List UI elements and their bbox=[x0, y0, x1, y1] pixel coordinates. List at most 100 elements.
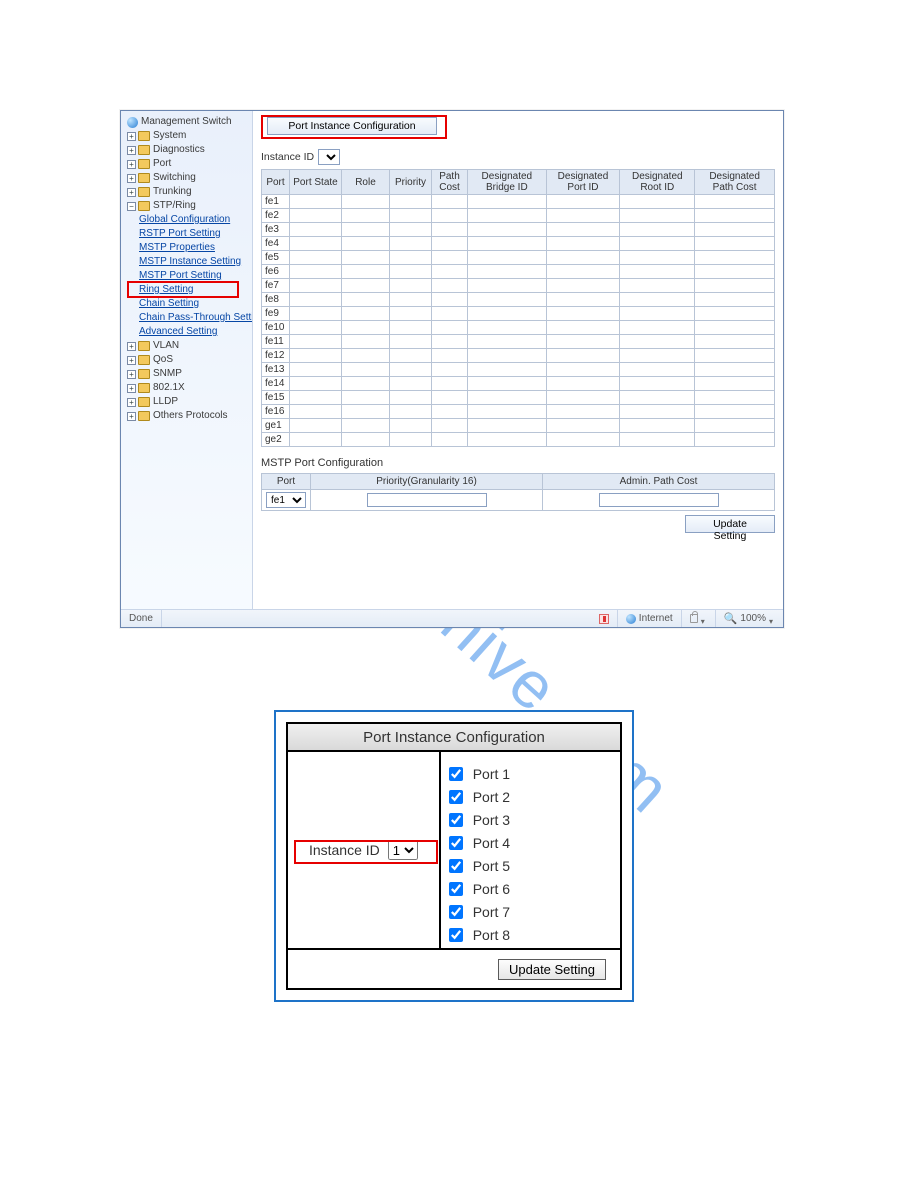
tree-folder-trunking[interactable]: +Trunking bbox=[123, 185, 250, 199]
tree-link-mstp-instance[interactable]: MSTP Instance Setting bbox=[123, 255, 250, 269]
cell-empty bbox=[290, 405, 342, 419]
table-header-row: Port Port State Role Priority Path Cost … bbox=[262, 170, 775, 195]
conf-pathcost-input[interactable] bbox=[599, 493, 719, 507]
cell-empty bbox=[546, 391, 620, 405]
tree-label: Trunking bbox=[153, 185, 192, 199]
tree-link-ring[interactable]: Ring Setting bbox=[123, 283, 250, 297]
tree-link[interactable]: MSTP Properties bbox=[139, 241, 215, 255]
cell-empty bbox=[390, 321, 432, 335]
cell-empty bbox=[390, 209, 432, 223]
port-checkbox[interactable] bbox=[449, 813, 463, 827]
tree-label: Others Protocols bbox=[153, 409, 227, 423]
tree-link[interactable]: Chain Pass-Through Setting bbox=[139, 311, 253, 325]
tree-link-mstp-props[interactable]: MSTP Properties bbox=[123, 241, 250, 255]
tree-folder-8021x[interactable]: +802.1X bbox=[123, 381, 250, 395]
dialog-inner: Port Instance Configuration Instance ID … bbox=[286, 722, 622, 990]
col-port-state: Port State bbox=[290, 170, 342, 195]
tree-folder-port[interactable]: +Port bbox=[123, 157, 250, 171]
tree-folder-vlan[interactable]: +VLAN bbox=[123, 339, 250, 353]
expand-icon: + bbox=[127, 146, 136, 155]
cell-empty bbox=[432, 209, 468, 223]
expand-icon: + bbox=[127, 160, 136, 169]
status-zoom[interactable]: 🔍100% bbox=[716, 610, 783, 627]
tree-link-rstp-port[interactable]: RSTP Port Setting bbox=[123, 227, 250, 241]
port-checkbox[interactable] bbox=[449, 767, 463, 781]
cell-empty bbox=[546, 335, 620, 349]
tree-link[interactable]: Chain Setting bbox=[139, 297, 199, 311]
cell-empty bbox=[390, 293, 432, 307]
cell-empty bbox=[620, 265, 695, 279]
cell-port: fe9 bbox=[262, 307, 290, 321]
tree-folder-switching[interactable]: +Switching bbox=[123, 171, 250, 185]
port-instance-config-button[interactable]: Port Instance Configuration bbox=[267, 117, 437, 135]
tree-folder-stp[interactable]: −STP/Ring bbox=[123, 199, 250, 213]
port-checkbox[interactable] bbox=[449, 790, 463, 804]
tree-folder-system[interactable]: +System bbox=[123, 129, 250, 143]
tree-link[interactable]: Global Configuration bbox=[139, 213, 230, 227]
tree-root-item[interactable]: Management Switch bbox=[123, 115, 250, 129]
status-protected bbox=[682, 610, 716, 627]
col-root-id: Designated Root ID bbox=[620, 170, 695, 195]
mstp-port-config-heading: MSTP Port Configuration bbox=[261, 457, 775, 469]
tree-link-chain-pass[interactable]: Chain Pass-Through Setting bbox=[123, 311, 250, 325]
col-port: Port bbox=[262, 170, 290, 195]
update-setting-button[interactable]: Update Setting bbox=[685, 515, 775, 533]
folder-icon bbox=[138, 201, 150, 211]
cell-empty bbox=[342, 279, 390, 293]
cell-empty bbox=[620, 307, 695, 321]
tree-link-chain[interactable]: Chain Setting bbox=[123, 297, 250, 311]
cell-port: fe2 bbox=[262, 209, 290, 223]
cell-empty bbox=[432, 293, 468, 307]
tree-folder-qos[interactable]: +QoS bbox=[123, 353, 250, 367]
cell-empty bbox=[342, 349, 390, 363]
cell-empty bbox=[620, 223, 695, 237]
tree-link-global-config[interactable]: Global Configuration bbox=[123, 213, 250, 227]
cell-empty bbox=[468, 265, 547, 279]
port-label: Port 5 bbox=[473, 858, 510, 874]
conf-priority-input[interactable] bbox=[367, 493, 487, 507]
table-row: fe13 bbox=[262, 363, 775, 377]
expand-icon: + bbox=[127, 342, 136, 351]
port-checkbox-row: Port 7 bbox=[449, 900, 612, 923]
cell-empty bbox=[290, 279, 342, 293]
tree-link[interactable]: Ring Setting bbox=[139, 283, 193, 297]
cell-empty bbox=[432, 363, 468, 377]
dialog-body: Instance ID 1 Port 1Port 2Port 3Port 4Po… bbox=[288, 752, 620, 948]
tree-link[interactable]: MSTP Instance Setting bbox=[139, 255, 241, 269]
col-d-path-cost: Designated Path Cost bbox=[695, 170, 775, 195]
conf-port-select[interactable]: fe1 bbox=[266, 492, 306, 508]
tree-folder-lldp[interactable]: +LLDP bbox=[123, 395, 250, 409]
cell-empty bbox=[390, 349, 432, 363]
tree-link-advanced[interactable]: Advanced Setting bbox=[123, 325, 250, 339]
expand-icon: + bbox=[127, 370, 136, 379]
tree-folder-snmp[interactable]: +SNMP bbox=[123, 367, 250, 381]
cell-empty bbox=[432, 279, 468, 293]
folder-icon bbox=[138, 369, 150, 379]
update-setting-button[interactable]: Update Setting bbox=[498, 959, 606, 980]
col-role: Role bbox=[342, 170, 390, 195]
tree-link[interactable]: Advanced Setting bbox=[139, 325, 217, 339]
cell-port: fe8 bbox=[262, 293, 290, 307]
tree-link[interactable]: MSTP Port Setting bbox=[139, 269, 222, 283]
cell-empty bbox=[546, 349, 620, 363]
cell-empty bbox=[468, 307, 547, 321]
tree-link[interactable]: RSTP Port Setting bbox=[139, 227, 221, 241]
instance-id-select[interactable] bbox=[318, 149, 340, 165]
port-checkbox[interactable] bbox=[449, 928, 463, 942]
port-checkbox[interactable] bbox=[449, 882, 463, 896]
cell-empty bbox=[432, 419, 468, 433]
tree-folder-diagnostics[interactable]: +Diagnostics bbox=[123, 143, 250, 157]
conf-col-priority: Priority(Granularity 16) bbox=[311, 474, 543, 490]
port-checkbox[interactable] bbox=[449, 905, 463, 919]
tree-folder-others[interactable]: +Others Protocols bbox=[123, 409, 250, 423]
port-checkbox[interactable] bbox=[449, 836, 463, 850]
instance-id-select[interactable]: 1 bbox=[388, 840, 418, 860]
port-checkbox[interactable] bbox=[449, 859, 463, 873]
tree-link-mstp-port[interactable]: MSTP Port Setting bbox=[123, 269, 250, 283]
cell-empty bbox=[546, 321, 620, 335]
cell-empty bbox=[546, 307, 620, 321]
cell-empty bbox=[342, 307, 390, 321]
port-instance-dialog: Port Instance Configuration Instance ID … bbox=[274, 710, 634, 1002]
cell-empty bbox=[468, 195, 547, 209]
cell-empty bbox=[546, 279, 620, 293]
